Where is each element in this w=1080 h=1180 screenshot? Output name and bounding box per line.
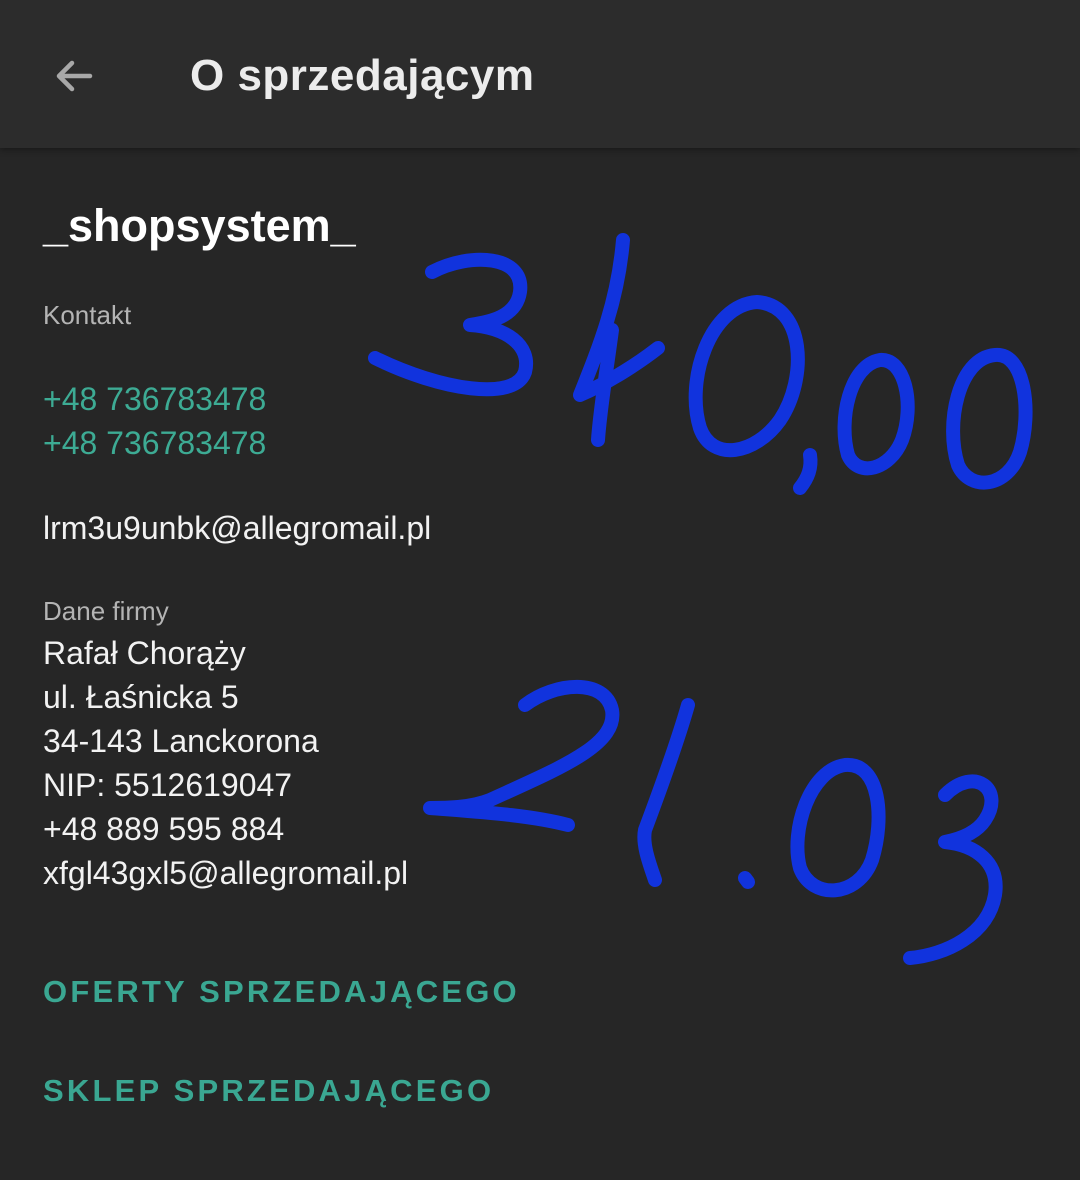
- contact-phone-1[interactable]: +48 736783478: [43, 377, 266, 421]
- seller-name: _shopsystem_: [43, 200, 356, 251]
- handwritten-digit-3: [368, 252, 534, 397]
- handwritten-digit-0d: [790, 758, 886, 898]
- arrow-left-icon: [56, 60, 93, 92]
- handwritten-digit-3b: [903, 774, 1003, 965]
- company-label: Dane firmy: [43, 596, 169, 626]
- seller-shop-button[interactable]: SKLEP SPRZEDAJĄCEGO: [43, 1069, 494, 1113]
- company-street: ul. Łaśnicka 5: [43, 679, 239, 715]
- back-button[interactable]: [38, 40, 110, 112]
- handwritten-digit-1: [637, 698, 695, 887]
- company-city: 34-143 Lanckorona: [43, 723, 319, 759]
- contact-email[interactable]: lrm3u9unbk@allegromail.pl: [43, 506, 431, 550]
- company-phone: +48 889 595 884: [43, 811, 285, 847]
- page-title: O sprzedającym: [190, 51, 535, 100]
- contact-phone-2[interactable]: +48 736783478: [43, 421, 266, 465]
- seller-offers-button[interactable]: OFERTY SPRZEDAJĄCEGO: [43, 970, 520, 1014]
- handwritten-digit-2: [423, 680, 620, 832]
- handwritten-comma: [793, 448, 818, 495]
- handwritten-digit-0: [688, 295, 805, 458]
- handwritten-digit-0c: [946, 348, 1033, 490]
- contact-label: Kontakt: [43, 300, 132, 330]
- handwritten-dot: [738, 871, 755, 889]
- company-nip: NIP: 5512619047: [43, 767, 293, 803]
- handwritten-digit-0b: [837, 353, 915, 476]
- app-bar: O sprzedającym: [0, 0, 1080, 148]
- company-email: xfgl43gxl5@allegromail.pl: [43, 855, 409, 891]
- company-name: Rafał Chorąży: [43, 635, 246, 671]
- handwritten-digit-4: [573, 233, 665, 447]
